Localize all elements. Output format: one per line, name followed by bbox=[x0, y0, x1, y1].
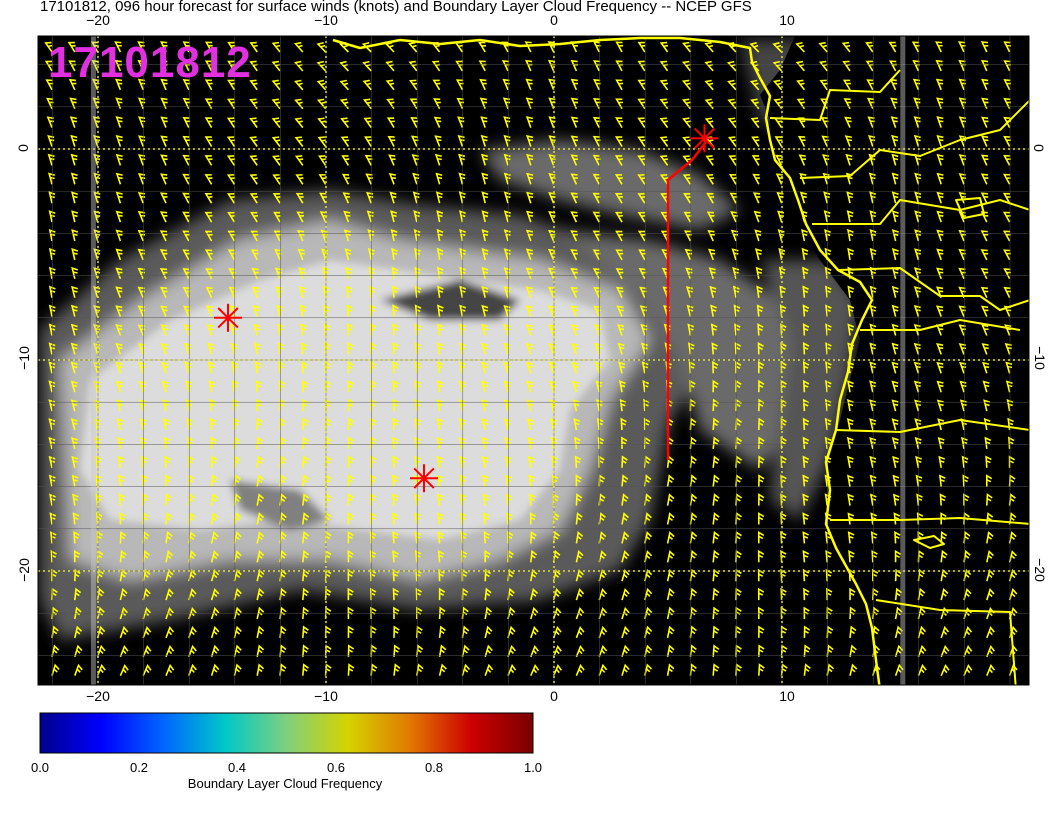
colorbar-tick-4: 0.8 bbox=[424, 760, 444, 775]
top-tick-lon-1: −20 bbox=[86, 12, 110, 28]
colorbar bbox=[39, 712, 534, 754]
top-tick-lon-3: 0 bbox=[550, 12, 558, 28]
right-tick-lat-1: 0 bbox=[1030, 144, 1047, 152]
asterisk-marker-1 bbox=[214, 303, 242, 332]
right-tick-lat-3: −20 bbox=[1031, 558, 1048, 582]
bottom-tick-lon-2: −10 bbox=[314, 688, 338, 704]
bottom-tick-lon-1: −20 bbox=[86, 688, 110, 704]
colorbar-tick-3: 0.6 bbox=[326, 760, 346, 775]
colorbar-title: Boundary Layer Cloud Frequency bbox=[187, 776, 383, 791]
forecast-map-figure: 17101812, 096 hour forecast for surface … bbox=[0, 0, 1056, 816]
map-panel bbox=[37, 35, 1030, 754]
top-tick-lon-2: −10 bbox=[314, 12, 338, 28]
colorbar-tick-5: 1.0 bbox=[523, 760, 543, 775]
colorbar-tick-2: 0.4 bbox=[227, 760, 247, 775]
asterisk-marker-2 bbox=[410, 464, 438, 493]
left-tick-lat-1: 0 bbox=[14, 144, 31, 152]
right-tick-lat-2: −10 bbox=[1031, 346, 1048, 370]
left-tick-lat-3: −20 bbox=[15, 558, 32, 582]
left-tick-lat-2: −10 bbox=[15, 346, 32, 370]
bottom-tick-lon-4: 10 bbox=[779, 688, 795, 704]
colorbar-tick-0: 0.0 bbox=[30, 760, 50, 775]
colorbar-tick-1: 0.2 bbox=[129, 760, 149, 775]
date-stamp: 17101812 bbox=[48, 38, 252, 87]
top-tick-lon-4: 10 bbox=[779, 12, 795, 28]
asterisk-marker-3 bbox=[690, 124, 719, 153]
bottom-tick-lon-3: 0 bbox=[550, 688, 558, 704]
